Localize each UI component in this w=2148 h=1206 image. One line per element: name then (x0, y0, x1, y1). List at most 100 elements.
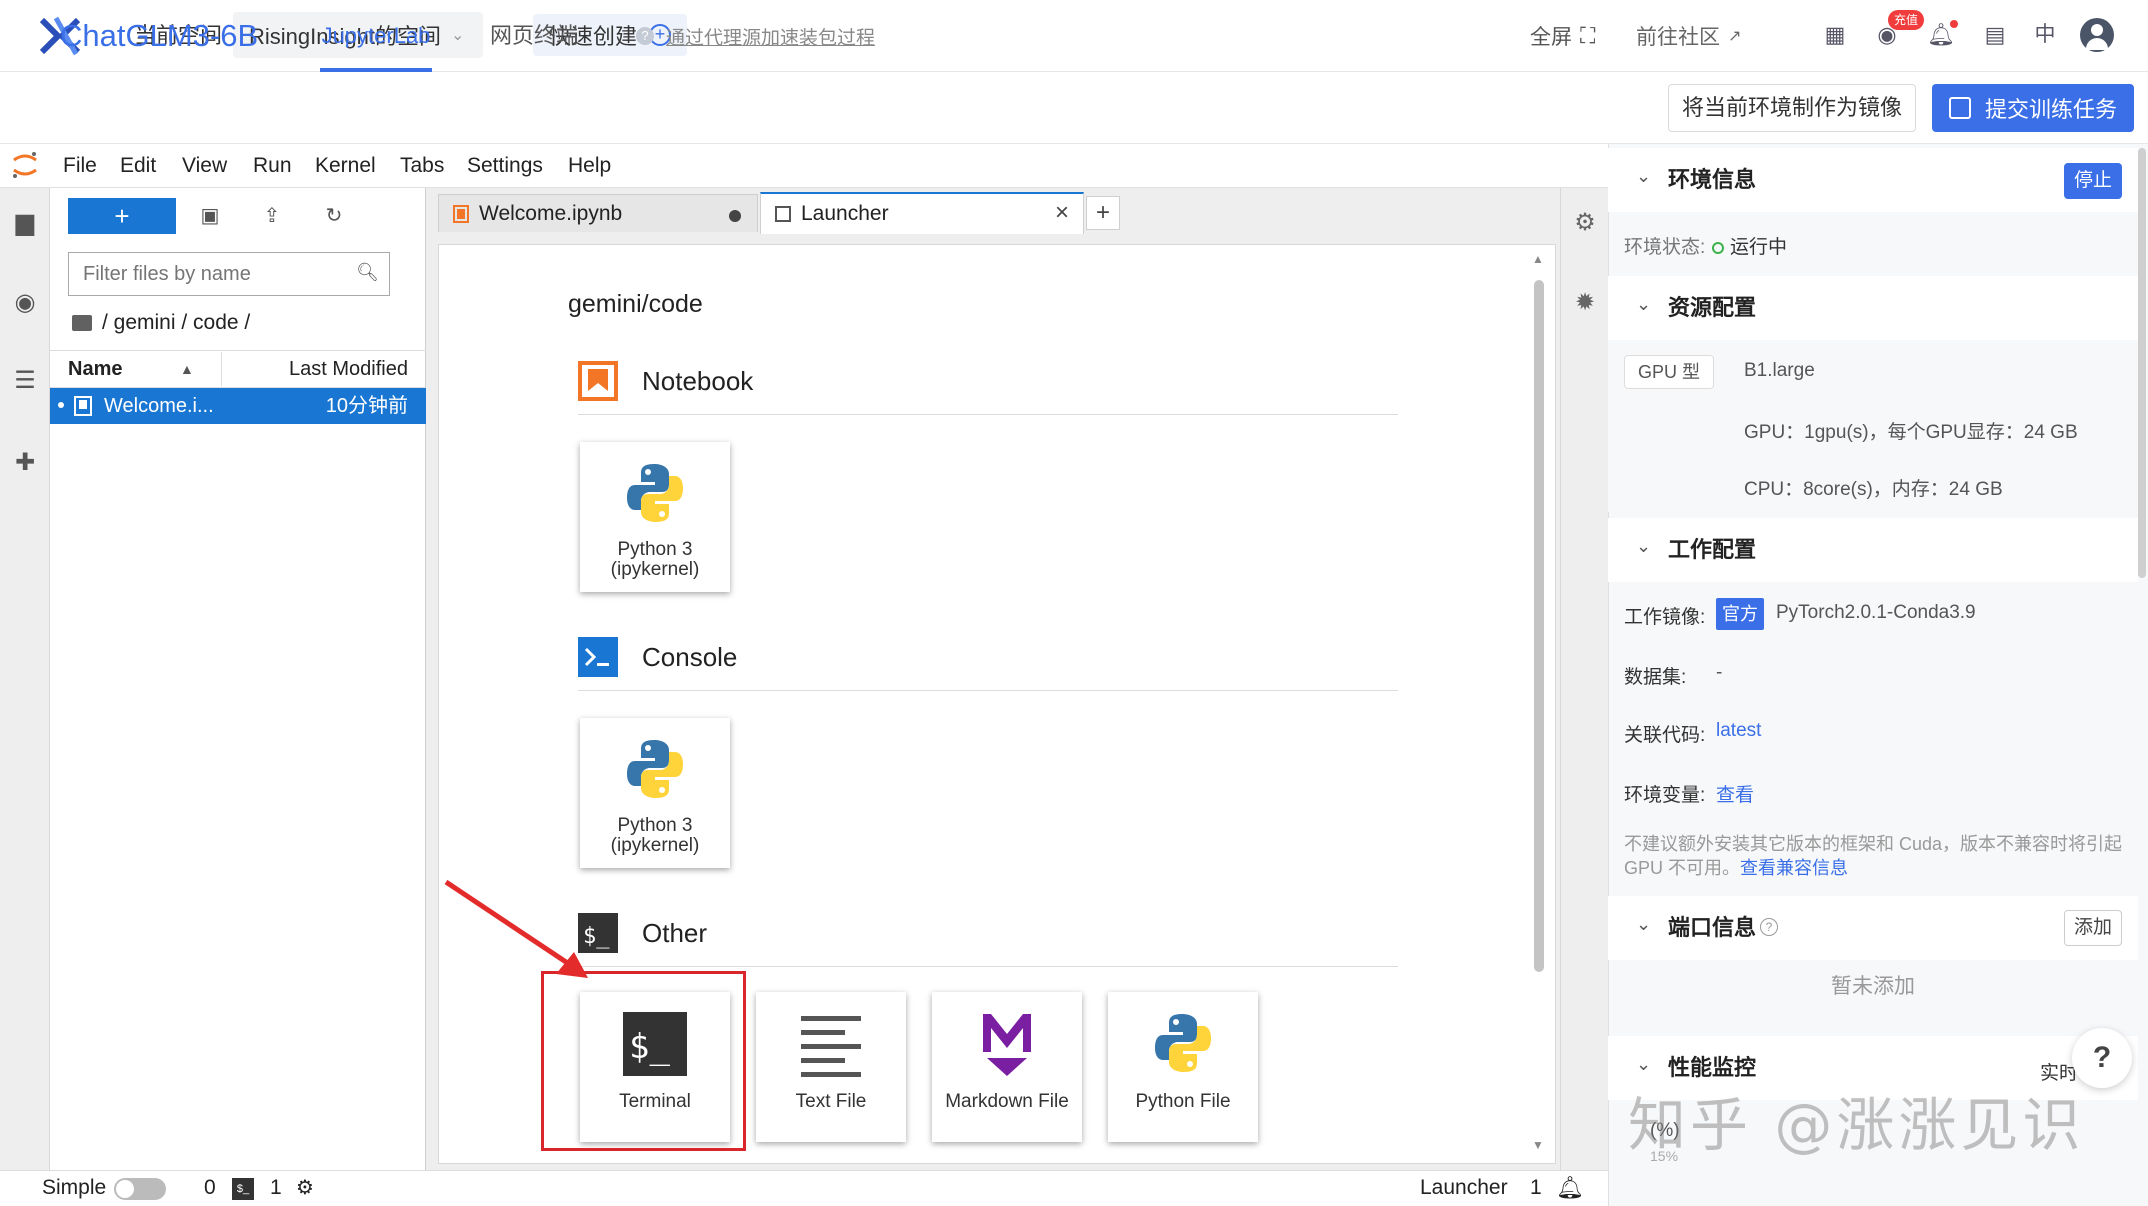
community-link[interactable]: 前往社区 ↗ (1636, 0, 1741, 72)
add-port-button[interactable]: 添加 (2064, 910, 2122, 946)
dataset-value: - (1716, 662, 1723, 683)
terminal-count[interactable]: 1 (270, 1170, 282, 1206)
tab-web-terminal[interactable]: 网页终端 (490, 0, 578, 72)
chevron-down-icon: ⌄ (1636, 536, 1652, 556)
question-icon: ? (636, 27, 654, 45)
property-inspector-icon[interactable]: ⚙ (1570, 208, 1600, 238)
section-title: 端口信息 (1668, 915, 1757, 940)
avatar[interactable] (2080, 18, 2114, 52)
cpu-spec: CPU：8core(s)，内存：24 GB (1744, 479, 2003, 500)
menu-help[interactable]: Help (568, 144, 611, 188)
launcher-card-python-file[interactable]: Python File (1108, 992, 1258, 1142)
help-circle-icon[interactable]: ? (1760, 918, 1778, 936)
tab-launcher[interactable]: Launcher × (760, 192, 1084, 234)
ports-empty: 暂未添加 (1831, 975, 1915, 998)
expand-icon: ⛶ (1580, 23, 1596, 48)
new-launcher-button[interactable]: + (68, 198, 176, 234)
status-text: 运行中 (1730, 237, 1788, 258)
search-icon: 🔍︎ (356, 262, 379, 282)
running-kernels-icon[interactable]: ◉ (10, 288, 40, 318)
folder-icon[interactable]: ▆ (10, 208, 40, 238)
language-toggle[interactable]: 中 (2030, 20, 2060, 50)
section-env-info[interactable]: ⌄ 环境信息 (1608, 148, 2138, 212)
simple-mode-label: Simple (42, 1176, 107, 1199)
section-work-config[interactable]: ⌄ 工作配置 (1608, 518, 2138, 582)
bell-icon[interactable]: 🔔︎ (1556, 1170, 1584, 1206)
refresh-icon[interactable]: ↻ (318, 200, 350, 232)
launcher-scrollbar[interactable] (1534, 280, 1544, 972)
menu-tabs[interactable]: Tabs (400, 144, 444, 188)
simple-mode-toggle[interactable] (114, 1178, 166, 1200)
tab-welcome-notebook[interactable]: Welcome.ipynb (438, 194, 758, 232)
upload-icon[interactable]: ⇪ (256, 200, 288, 232)
envvar-view-link[interactable]: 查看 (1716, 780, 1754, 807)
official-tag: 官方 (1716, 598, 1764, 630)
tab-jupyterlab[interactable]: JupyterLab (320, 0, 432, 72)
sort-ascending-icon: ▲ (180, 361, 194, 377)
menu-edit[interactable]: Edit (120, 144, 156, 188)
calendar-icon[interactable]: ▦ (1820, 20, 1850, 50)
section-title: 工作配置 (1668, 537, 1757, 562)
recharge-badge[interactable]: 充值 (1888, 10, 1925, 30)
column-last-modified[interactable]: Last Modified (236, 350, 408, 388)
folder-icon (72, 315, 92, 331)
instance-type: B1.large (1744, 360, 1815, 381)
docs-icon[interactable]: ▤ (1980, 20, 2010, 50)
card-label: Python File (1135, 1091, 1231, 1112)
fullscreen-button[interactable]: 全屏 ⛶ (1530, 0, 1595, 72)
file-row[interactable]: Welcome.i... 10分钟前 (50, 388, 426, 424)
menu-file[interactable]: File (63, 144, 97, 188)
launcher-card-python3-notebook[interactable]: Python 3 (ipykernel) (580, 442, 730, 592)
extensions-icon[interactable]: ✚ (10, 448, 40, 478)
notification-count[interactable]: 1 (1530, 1170, 1542, 1206)
kernel-count[interactable]: 0 (204, 1170, 216, 1206)
file-filter-input[interactable] (68, 252, 390, 296)
launcher-card-python3-console[interactable]: Python 3 (ipykernel) (580, 718, 730, 868)
compat-info-link[interactable]: 查看兼容信息 (1740, 858, 1848, 878)
project-title: ChatGLM3-6B (60, 18, 259, 53)
section-divider (578, 414, 1398, 415)
left-sidebar-strip (0, 188, 50, 1170)
panel-scrollbar[interactable] (2138, 148, 2146, 578)
compat-warning: 不建议额外安装其它版本的框架和 Cuda，版本不兼容时将引起 GPU 不可用。查… (1624, 832, 2130, 880)
console-section-icon (578, 637, 618, 677)
status-dot (1712, 241, 1724, 254)
table-of-contents-icon[interactable]: ☰ (10, 366, 40, 396)
make-image-button[interactable]: 将当前环境制作为镜像 (1668, 84, 1916, 132)
section-notebook: Notebook (578, 360, 753, 402)
column-name[interactable]: Name (68, 350, 122, 388)
text-file-icon (801, 1016, 861, 1077)
debugger-icon[interactable]: ✹ (1570, 288, 1600, 318)
stop-button[interactable]: 停止 (2064, 163, 2122, 199)
section-ports[interactable]: ⌄ 端口信息 ? (1608, 896, 2138, 960)
envvar-label: 环境变量: (1624, 785, 1706, 806)
card-label: Python 3 (ipykernel) (580, 540, 730, 580)
breadcrumb[interactable]: / gemini / code / (72, 306, 250, 340)
submit-task-button[interactable]: 提交训练任务 (1932, 84, 2134, 132)
launcher-path: gemini/code (568, 290, 703, 318)
kernel-status-icon[interactable]: ⚙ (296, 1170, 314, 1206)
new-tab-button[interactable]: + (1086, 196, 1120, 230)
code-label: 关联代码: (1624, 725, 1706, 746)
warning-text-2: GPU 不可用。 (1624, 858, 1741, 878)
launcher-card-markdown-file[interactable]: Markdown File (932, 992, 1082, 1142)
warning-text: 不建议额外安装其它版本的框架和 Cuda，版本不兼容时将引起 (1624, 834, 2123, 854)
close-icon[interactable]: × (1055, 194, 1069, 232)
launcher-card-text-file[interactable]: Text File (756, 992, 906, 1142)
menu-settings[interactable]: Settings (467, 144, 543, 188)
menu-kernel[interactable]: Kernel (315, 144, 376, 188)
code-link[interactable]: latest (1716, 720, 1761, 742)
scroll-up-icon[interactable]: ▲ (1532, 252, 1546, 266)
jupyter-logo-icon (13, 152, 37, 178)
menu-view[interactable]: View (182, 144, 227, 188)
current-activity: Launcher (1420, 1176, 1508, 1199)
column-divider (221, 352, 222, 386)
scroll-down-icon[interactable]: ▼ (1532, 1138, 1546, 1152)
python-icon (627, 464, 683, 522)
menu-run[interactable]: Run (253, 144, 292, 188)
section-resource[interactable]: ⌄ 资源配置 (1608, 276, 2138, 340)
new-folder-icon[interactable]: ▣ (194, 200, 226, 232)
section-title: 资源配置 (1668, 295, 1757, 320)
gpu-spec: GPU：1gpu(s)，每个GPU显存：24 GB (1744, 422, 2078, 443)
proxy-tip-link[interactable]: ? 通过代理源加速装包过程 (636, 0, 875, 72)
